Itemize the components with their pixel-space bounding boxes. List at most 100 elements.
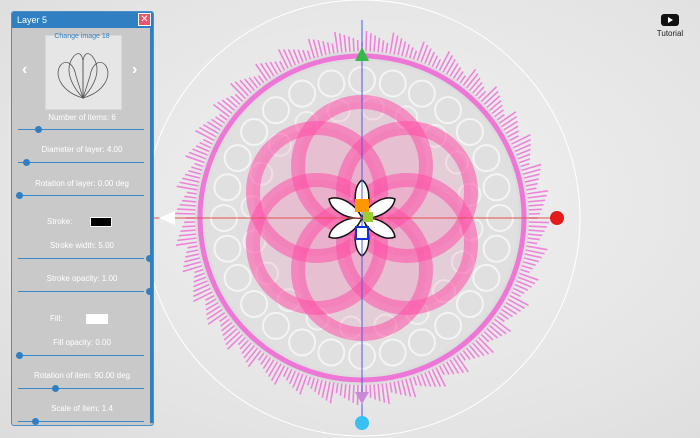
fringe-spike [179, 181, 200, 187]
fringe-spike [389, 381, 393, 393]
fringe-spike [310, 376, 316, 389]
prev-image-arrow-icon[interactable]: ‹ [22, 61, 27, 79]
fringe-spike [186, 191, 198, 195]
next-image-arrow-icon[interactable]: › [132, 61, 137, 79]
panel-title: Layer 5 [17, 15, 48, 25]
items-slider-knob[interactable] [35, 126, 42, 133]
fringe-spike [524, 249, 545, 255]
fringe-spike [306, 50, 312, 61]
stroke-opacity-slider[interactable] [18, 288, 153, 295]
rotation-layer-slider-knob[interactable] [16, 192, 23, 199]
fringe-spike [522, 173, 540, 180]
fringe-spike [193, 272, 206, 278]
diameter-label: Diameter of layer: 4.00 [41, 145, 123, 154]
items-slider[interactable] [18, 126, 144, 133]
fringe-spike [441, 55, 454, 74]
change-image-link[interactable]: Change image 18 [12, 33, 152, 40]
fill-opacity-label: Fill opacity: 0.00 [53, 338, 111, 347]
fringe-spike [365, 31, 368, 53]
stroke-width-slider[interactable] [18, 255, 153, 262]
fringe-spike [527, 208, 542, 211]
fringe-spike [335, 382, 339, 394]
fringe-spike [180, 229, 197, 232]
fringe-spike [259, 62, 272, 80]
fringe-spike [206, 304, 222, 316]
diameter-slider[interactable] [18, 159, 144, 166]
fill-color-swatch[interactable] [86, 314, 108, 324]
fringe-spike [488, 100, 502, 112]
fringe-spike [408, 47, 414, 60]
fringe-spike [239, 79, 253, 95]
fringe-spike [206, 308, 224, 321]
fringe-spike [527, 221, 549, 224]
fringe-spike [217, 101, 234, 115]
fringe-spike [326, 42, 331, 56]
fringe-spike [195, 129, 216, 142]
stroke-label: Stroke: [47, 217, 73, 226]
fringe-spike [434, 366, 447, 387]
fringe-spike [185, 253, 201, 258]
cyan-circle-handle[interactable] [355, 416, 369, 430]
fringe-spike [282, 48, 293, 68]
stroke-width-label: Stroke width: 5.00 [49, 241, 115, 250]
lime-square-handle[interactable] [363, 212, 373, 222]
rotation-layer-slider[interactable] [16, 192, 144, 199]
fringe-spike [223, 327, 239, 341]
fringe-spike [268, 360, 279, 378]
fringe-spike [322, 41, 327, 57]
orange-square-handle[interactable] [355, 199, 369, 212]
tutorial-label: Tutorial [656, 29, 684, 38]
scale-slider[interactable] [18, 418, 144, 425]
fringe-spike [512, 138, 532, 149]
fringe-spike [524, 182, 538, 187]
stroke-color-swatch[interactable] [90, 217, 112, 227]
fringe-spike [502, 120, 518, 132]
rotation-item-slider-knob[interactable] [52, 385, 59, 392]
blue-square-handle[interactable] [355, 226, 369, 240]
stroke-width-slider-knob[interactable] [146, 255, 153, 262]
diameter-slider-knob[interactable] [23, 159, 30, 166]
fringe-spike [393, 380, 398, 394]
fringe-spike [193, 290, 214, 303]
fringe-spike [523, 178, 539, 183]
fringe-spike [485, 327, 499, 339]
fringe-spike [416, 374, 422, 387]
fringe-spike [527, 199, 546, 203]
fringe-spike [270, 362, 283, 381]
fringe-spike [184, 256, 202, 263]
fringe-spike [389, 32, 395, 55]
rotation-item-slider[interactable] [18, 385, 144, 392]
fringe-spike [400, 41, 407, 58]
fringe-spike [490, 321, 507, 335]
close-button[interactable]: ✕ [138, 13, 151, 26]
fringe-spike [527, 233, 543, 237]
scrollbar-thumb[interactable] [150, 28, 153, 423]
layer-panel: Layer 5 ✕ Change image 18 ‹ › Number of … [11, 11, 154, 426]
fringe-spike [204, 294, 216, 301]
tutorial-button[interactable]: Tutorial [650, 14, 690, 38]
fringe-spike [343, 383, 347, 399]
fringe-spike [175, 241, 198, 246]
fringe-spike [468, 344, 480, 358]
fringe-spike [321, 379, 327, 398]
scale-slider-knob[interactable] [32, 418, 39, 425]
fringe-spike [527, 229, 545, 233]
fringe-spike [400, 378, 407, 396]
fringe-spike [373, 35, 377, 53]
fringe-spike [448, 358, 460, 374]
red-circle-handle[interactable] [550, 211, 564, 225]
fringe-spike [277, 49, 290, 70]
fringe-spike [184, 195, 198, 199]
fringe-spike [347, 383, 351, 401]
fringe-spike [175, 212, 197, 215]
fringe-spike [519, 268, 530, 274]
stroke-opacity-slider-knob[interactable] [146, 288, 153, 295]
white-triangle-handle[interactable] [159, 211, 175, 225]
fringe-spike [245, 346, 259, 363]
fringe-spike [504, 301, 522, 312]
fringe-spike [202, 138, 214, 146]
fill-opacity-slider-knob[interactable] [16, 352, 23, 359]
fill-opacity-slider[interactable] [16, 352, 144, 359]
item-image-preview[interactable] [45, 35, 122, 110]
fringe-spike [412, 50, 418, 61]
